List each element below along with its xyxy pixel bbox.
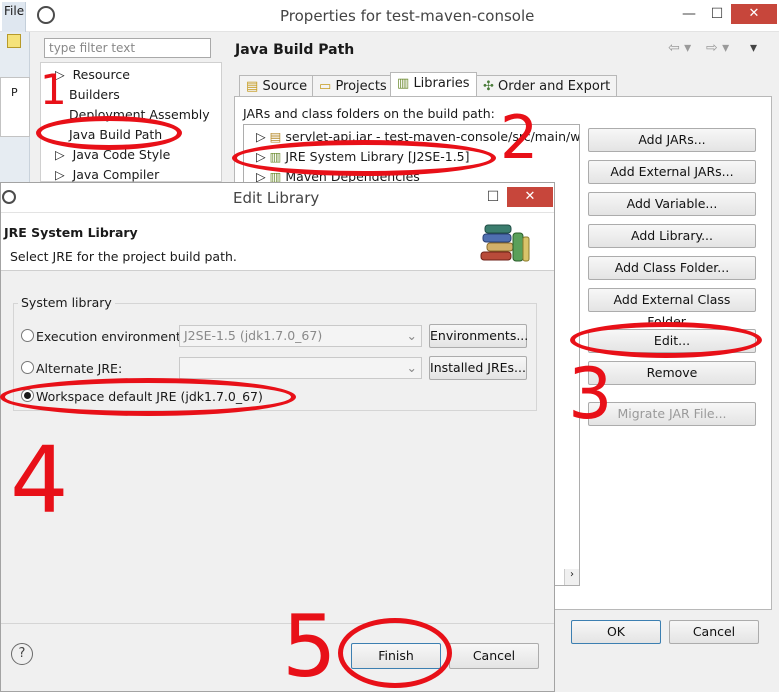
annotation-4: 4 — [10, 427, 69, 534]
annotation-5: 5 — [282, 597, 337, 692]
annotation-2: 2 — [500, 103, 538, 173]
annotation-1: 1 — [40, 65, 67, 114]
annotation-3: 3 — [568, 353, 613, 435]
annotation-strokes: 1 2 3 4 5 — [10, 65, 613, 692]
